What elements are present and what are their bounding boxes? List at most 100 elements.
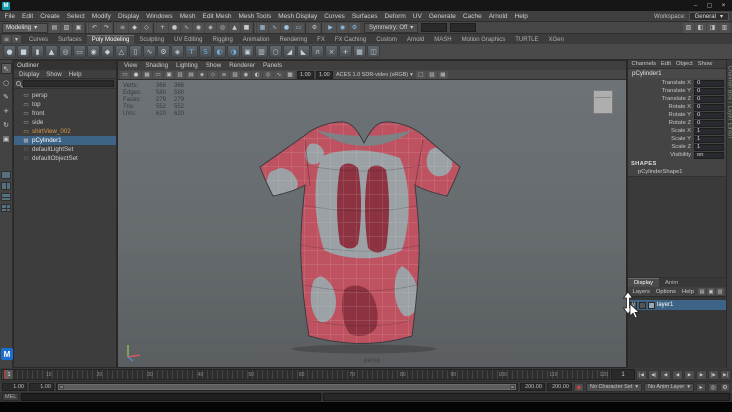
layer-editor-menu-item[interactable]: Options bbox=[653, 289, 678, 295]
range-slider-bar[interactable] bbox=[58, 384, 516, 390]
select-mask-handles-icon[interactable]: + bbox=[157, 22, 168, 33]
workspace-dropdown[interactable]: General ▾ bbox=[688, 12, 729, 21]
menu-item[interactable]: Generate bbox=[425, 13, 459, 20]
outliner-item[interactable]: ▭ top bbox=[14, 100, 116, 109]
inview-widget[interactable] bbox=[593, 90, 613, 114]
snap-to-plane-icon[interactable]: ▭ bbox=[293, 22, 304, 33]
shelf-menu-icon[interactable]: ≡ bbox=[2, 35, 11, 43]
maximize-button[interactable]: ▢ bbox=[703, 1, 716, 10]
channel-box-toggle-icon[interactable]: ▥ bbox=[719, 22, 730, 33]
shelf-tab-list-icon[interactable]: ▾ bbox=[12, 35, 21, 43]
boolean-difference-icon[interactable]: ◑ bbox=[227, 45, 240, 58]
layer-editor-tab[interactable]: Anim bbox=[659, 278, 684, 287]
step-back-frame-button[interactable]: ◀ bbox=[660, 369, 671, 380]
outliner-menu-item[interactable]: Display bbox=[16, 71, 42, 78]
outliner-item[interactable]: ▭ shirtView_002 bbox=[14, 127, 116, 136]
ao-toggle-icon[interactable]: ◎ bbox=[263, 70, 273, 79]
channel-value-field[interactable]: 0 bbox=[694, 111, 724, 119]
channel-value-field[interactable]: 0 bbox=[694, 95, 724, 103]
snap-to-point-icon[interactable]: ● bbox=[281, 22, 292, 33]
menu-item[interactable]: Edit Mesh bbox=[199, 13, 235, 20]
shelf-tab[interactable]: Motion Graphics bbox=[457, 36, 511, 44]
hud-toggle-icon[interactable]: ≡ bbox=[219, 70, 229, 79]
select-mask-curves-icon[interactable]: ∿ bbox=[181, 22, 192, 33]
render-frame-icon[interactable]: ▶ bbox=[325, 22, 336, 33]
layer-editor-menu-item[interactable]: Help bbox=[679, 289, 696, 295]
snap-to-grid-icon[interactable]: ▦ bbox=[257, 22, 268, 33]
outliner-search-input[interactable] bbox=[23, 80, 114, 87]
shelf-tab[interactable]: Rigging bbox=[207, 36, 237, 44]
close-button[interactable]: × bbox=[717, 1, 730, 10]
multi-cut-icon[interactable]: × bbox=[325, 45, 338, 58]
auto-key-icon[interactable]: ◆ bbox=[573, 382, 584, 392]
polygon-cylinder-icon[interactable]: ▮ bbox=[31, 45, 44, 58]
select-object-mode-icon[interactable]: ◆ bbox=[129, 22, 140, 33]
sweep-mesh-icon[interactable]: S bbox=[199, 45, 212, 58]
minimize-button[interactable]: – bbox=[689, 1, 702, 10]
menu-set-dropdown[interactable]: Modeling ▾ bbox=[2, 22, 48, 33]
film-gate-icon[interactable]: ▭ bbox=[153, 70, 163, 79]
channel-box-menu-item[interactable]: Show bbox=[695, 61, 715, 67]
select-mask-rendering-icon[interactable]: ▲ bbox=[229, 22, 240, 33]
layer-editor-tab[interactable]: Display bbox=[628, 278, 660, 287]
smooth-icon[interactable]: ○ bbox=[269, 45, 282, 58]
outliner-item[interactable]: ▭ front bbox=[14, 109, 116, 118]
exposure-field[interactable]: 1.00 bbox=[297, 70, 314, 79]
undo-icon[interactable]: ↶ bbox=[89, 22, 100, 33]
play-forwards-button[interactable]: ▶ bbox=[684, 369, 695, 380]
status-icon[interactable] bbox=[305, 22, 308, 33]
viewport-canvas[interactable]: Verts: 366 366 Edges: 580 580 Faces: 279… bbox=[118, 80, 626, 367]
select-component-mode-icon[interactable]: ◇ bbox=[141, 22, 152, 33]
polygon-disc-icon[interactable]: ◉ bbox=[87, 45, 100, 58]
menu-item[interactable]: Help bbox=[511, 13, 531, 20]
select-mask-joints-icon[interactable]: ● bbox=[169, 22, 180, 33]
channel-box-menu-item[interactable]: Channels bbox=[629, 61, 659, 67]
channel-value-field[interactable]: 0 bbox=[694, 79, 724, 87]
shadows-toggle-icon[interactable]: ◐ bbox=[252, 70, 262, 79]
symmetry-dropdown[interactable]: Symmetry: Off ▾ bbox=[364, 22, 419, 33]
motion-blur-toggle-icon[interactable]: ∿ bbox=[274, 70, 284, 79]
outliner-item[interactable]: ▭ side bbox=[14, 118, 116, 127]
move-tool[interactable]: + bbox=[1, 105, 12, 116]
playback-end-field[interactable]: 200.00 bbox=[519, 383, 545, 391]
menu-item[interactable]: File bbox=[1, 13, 18, 20]
grid-toggle-icon[interactable]: ▦ bbox=[142, 70, 152, 79]
go-to-start-button[interactable]: |◀ bbox=[636, 369, 647, 380]
safe-action-icon[interactable]: ◈ bbox=[197, 70, 207, 79]
status-icon[interactable] bbox=[253, 22, 256, 33]
channel-value-field[interactable]: 1 bbox=[694, 135, 724, 143]
menu-item[interactable]: Arnold bbox=[485, 13, 511, 20]
polygon-helix-icon[interactable]: ∿ bbox=[143, 45, 156, 58]
viewport-menu-item[interactable]: Lighting bbox=[172, 62, 202, 69]
menu-item[interactable]: Mesh bbox=[176, 13, 199, 20]
outliner-item[interactable]: ▭ persp bbox=[14, 91, 116, 100]
animation-preferences-icon[interactable]: ⚙ bbox=[720, 382, 730, 392]
wireframe-on-shaded-icon[interactable]: ▦ bbox=[437, 70, 448, 79]
mirror-icon[interactable]: ◫ bbox=[367, 45, 380, 58]
ipr-render-icon[interactable]: ◉ bbox=[337, 22, 348, 33]
menu-item[interactable]: Display bbox=[114, 13, 142, 20]
menu-item[interactable]: Surfaces bbox=[348, 13, 381, 20]
select-mask-dynamics-icon[interactable]: ◎ bbox=[217, 22, 228, 33]
object-details-icon[interactable]: ▨ bbox=[230, 70, 240, 79]
current-frame-marker[interactable]: 1 bbox=[4, 370, 12, 379]
viewport-menu-item[interactable]: Shading bbox=[141, 62, 172, 69]
polygon-plane-icon[interactable]: ▭ bbox=[73, 45, 86, 58]
field-chart-icon[interactable]: ▤ bbox=[186, 70, 196, 79]
colorspace-dropdown[interactable]: ACES 1.0 SDR-video (sRGB) ▾ bbox=[336, 72, 413, 78]
layout-single-pane-button[interactable] bbox=[1, 171, 11, 179]
combine-icon[interactable]: ▣ bbox=[241, 45, 254, 58]
open-scene-icon[interactable]: ▧ bbox=[61, 22, 72, 33]
attribute-editor-toggle-icon[interactable]: ◨ bbox=[707, 22, 718, 33]
save-scene-icon[interactable]: ▣ bbox=[73, 22, 84, 33]
status-icon[interactable] bbox=[321, 22, 324, 33]
play-backwards-button[interactable]: ◀ bbox=[672, 369, 683, 380]
lighting-toggle-icon[interactable]: ◉ bbox=[241, 70, 251, 79]
layout-four-pane-button[interactable] bbox=[1, 204, 11, 212]
select-mask-deformations-icon[interactable]: ◈ bbox=[205, 22, 216, 33]
sidebar-tab-label[interactable]: Channel Box / Layer Editor bbox=[727, 66, 732, 139]
bevel-icon[interactable]: ◣ bbox=[297, 45, 310, 58]
shelf-tab[interactable]: UV Editing bbox=[169, 36, 207, 44]
boolean-union-icon[interactable]: ◐ bbox=[213, 45, 226, 58]
viewport-select-camera-icon[interactable]: ▭ bbox=[120, 70, 130, 79]
